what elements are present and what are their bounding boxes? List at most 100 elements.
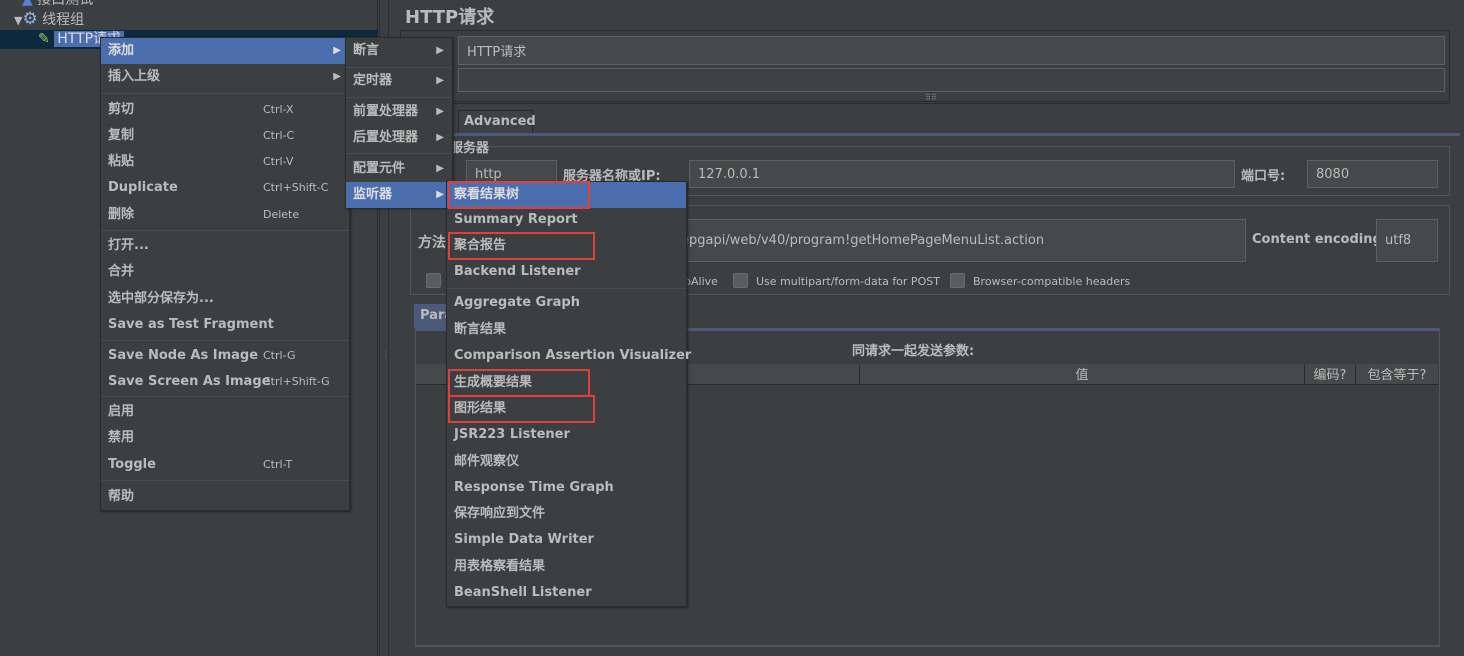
shortcut-label: Ctrl-X bbox=[263, 103, 294, 116]
menu-item-配置元件[interactable]: 配置元件 ▶ bbox=[346, 156, 452, 182]
column-include-equals[interactable]: 包含等于? bbox=[1356, 364, 1438, 384]
menu-item-生成概要结果[interactable]: 生成概要结果 bbox=[447, 370, 686, 396]
port-field[interactable]: 8080 bbox=[1307, 160, 1438, 188]
resize-handle-icon[interactable]: ⠿⠿ bbox=[925, 93, 937, 102]
submenu-arrow-icon: ▶ bbox=[436, 163, 444, 174]
menu-item-label: Aggregate Graph bbox=[454, 295, 580, 310]
menu-item-label: 邮件观察仪 bbox=[454, 454, 520, 469]
menu-item-前置处理器[interactable]: 前置处理器 ▶ bbox=[346, 99, 452, 125]
menu-item-察看结果树[interactable]: 察看结果树 bbox=[447, 182, 686, 208]
add-submenu: 断言 ▶ 定时器 ▶ 前置处理器 ▶ 后置处理器 ▶ 配置元件 ▶ 监听器 ▶ bbox=[345, 37, 453, 208]
menu-item-断言结果[interactable]: 断言结果 bbox=[447, 317, 686, 343]
menu-item-剪切[interactable]: 剪切 Ctrl-X bbox=[101, 97, 349, 123]
menu-item-comparison-assertion-visualizer[interactable]: Comparison Assertion Visualizer bbox=[447, 343, 691, 369]
menu-item-帮助[interactable]: 帮助 bbox=[101, 484, 349, 510]
menu-item-label: Comparison Assertion Visualizer bbox=[454, 348, 692, 363]
menu-item-aggregate-graph[interactable]: Aggregate Graph bbox=[447, 290, 686, 316]
menu-item-定时器[interactable]: 定时器 ▶ bbox=[346, 68, 452, 94]
column-value[interactable]: 值 bbox=[860, 364, 1305, 384]
shortcut-label: Ctrl-V bbox=[263, 155, 294, 168]
menu-item-保存响应到文件[interactable]: 保存响应到文件 bbox=[447, 501, 686, 527]
menu-separator bbox=[101, 480, 349, 481]
menu-item-删除[interactable]: 删除 Delete bbox=[101, 202, 349, 228]
menu-item-用表格察看结果[interactable]: 用表格察看结果 bbox=[447, 554, 686, 580]
submenu-arrow-icon: ▶ bbox=[436, 45, 444, 56]
page-title: HTTP请求 bbox=[405, 7, 495, 28]
server-field[interactable]: 127.0.0.1 bbox=[689, 160, 1235, 188]
listener-submenu: 察看结果树 Summary Report 聚合报告 Backend Listener A… bbox=[446, 181, 691, 607]
menu-item-save-node-as-image[interactable]: Save Node As Image Ctrl-G bbox=[101, 343, 349, 369]
menu-item-启用[interactable]: 启用 bbox=[101, 399, 349, 425]
menu-item-邮件观察仪[interactable]: 邮件观察仪 bbox=[447, 449, 686, 475]
test-plan-icon: ▲ bbox=[22, 0, 33, 8]
menu-item-禁用[interactable]: 禁用 bbox=[101, 425, 349, 451]
menu-item-summary-report[interactable]: Summary Report bbox=[447, 207, 686, 233]
menu-item-后置处理器[interactable]: 后置处理器 ▶ bbox=[346, 125, 452, 151]
menu-item-label: 定时器 bbox=[353, 73, 393, 88]
menu-item-label: 监听器 bbox=[353, 187, 393, 202]
menu-item-backend-listener[interactable]: Backend Listener bbox=[447, 259, 686, 285]
menu-item-label: 删除 bbox=[108, 207, 135, 222]
server-group-label: 服务器 bbox=[450, 137, 490, 156]
browser-headers-label: Browser-compatible headers bbox=[973, 275, 1131, 288]
menu-item-save-as-test-fragment[interactable]: Save as Test Fragment bbox=[101, 312, 349, 338]
menu-separator bbox=[101, 93, 349, 94]
browser-headers-checkbox[interactable] bbox=[950, 273, 965, 288]
menu-item-label: 复制 bbox=[108, 128, 135, 143]
menu-item-jsr223-listener[interactable]: JSR223 Listener bbox=[447, 422, 686, 448]
menu-item-response-time-graph[interactable]: Response Time Graph bbox=[447, 475, 686, 501]
menu-item-label: 图形结果 bbox=[454, 401, 507, 416]
menu-item-label: 后置处理器 bbox=[353, 130, 419, 145]
submenu-arrow-icon: ▶ bbox=[436, 106, 444, 117]
menu-item-选中部分保存为[interactable]: 选中部分保存为... bbox=[101, 286, 349, 312]
menu-item-断言[interactable]: 断言 ▶ bbox=[346, 38, 452, 64]
redirect-checkbox[interactable] bbox=[426, 273, 441, 288]
pipette-icon: ✎ bbox=[38, 31, 50, 47]
name-field[interactable]: HTTP请求 bbox=[458, 36, 1445, 65]
comments-field[interactable] bbox=[458, 68, 1445, 92]
menu-item-聚合报告[interactable]: 聚合报告 bbox=[447, 233, 686, 259]
menu-item-label: 配置元件 bbox=[353, 161, 406, 176]
menu-separator bbox=[101, 340, 349, 341]
menu-item-simple-data-writer[interactable]: Simple Data Writer bbox=[447, 527, 686, 553]
menu-item-粘贴[interactable]: 粘贴 Ctrl-V bbox=[101, 149, 349, 175]
menu-item-label: 打开... bbox=[108, 238, 149, 253]
column-encode[interactable]: 编码? bbox=[1305, 364, 1356, 384]
parameters-title: 同请求一起发送参数: bbox=[852, 344, 975, 359]
path-field[interactable]: epgapi/web/v40/program!getHomePageMenuLi… bbox=[676, 219, 1246, 262]
encoding-field[interactable]: utf8 bbox=[1376, 219, 1438, 262]
menu-item-duplicate[interactable]: Duplicate Ctrl+Shift-C bbox=[101, 175, 349, 201]
menu-item-save-screen-as-image[interactable]: Save Screen As Image Ctrl+Shift-G bbox=[101, 369, 349, 395]
menu-item-label: 粘贴 bbox=[108, 154, 135, 169]
menu-item-beanshell-listener[interactable]: BeanShell Listener bbox=[447, 580, 686, 606]
submenu-arrow-icon: ▶ bbox=[333, 45, 341, 56]
menu-item-label: Simple Data Writer bbox=[454, 532, 594, 547]
multipart-label: Use multipart/form-data for POST bbox=[756, 275, 940, 288]
menu-item-label: 添加 bbox=[108, 43, 135, 58]
tree-item-thread-group[interactable]: ▼⚙ 线程组 bbox=[14, 9, 84, 29]
menu-separator bbox=[101, 230, 349, 231]
menu-item-label: Save as Test Fragment bbox=[108, 317, 274, 332]
menu-item-toggle[interactable]: Toggle Ctrl-T bbox=[101, 452, 349, 478]
shortcut-label: Ctrl-G bbox=[263, 349, 296, 362]
menu-item-label: Summary Report bbox=[454, 212, 578, 227]
shortcut-label: Delete bbox=[263, 208, 300, 221]
menu-item-label: 启用 bbox=[108, 404, 135, 419]
shortcut-label: Ctrl+Shift-C bbox=[263, 181, 329, 194]
menu-item-图形结果[interactable]: 图形结果 bbox=[447, 396, 686, 422]
menu-item-label: BeanShell Listener bbox=[454, 585, 592, 600]
menu-item-添加[interactable]: 添加 ▶ bbox=[101, 38, 349, 64]
menu-item-label: 禁用 bbox=[108, 430, 135, 445]
menu-item-合并[interactable]: 合并 bbox=[101, 259, 349, 285]
menu-item-插入上级[interactable]: 插入上级 ▶ bbox=[101, 64, 349, 90]
menu-item-label: JSR223 Listener bbox=[454, 427, 570, 442]
gear-icon: ⚙ bbox=[22, 9, 38, 29]
menu-item-监听器[interactable]: 监听器 ▶ bbox=[346, 182, 452, 208]
menu-item-打开[interactable]: 打开... bbox=[101, 233, 349, 259]
menu-item-复制[interactable]: 复制 Ctrl-C bbox=[101, 123, 349, 149]
shortcut-label: Ctrl+Shift-G bbox=[263, 375, 330, 388]
menu-item-label: 帮助 bbox=[108, 489, 135, 504]
tab-advanced[interactable]: Advanced bbox=[458, 110, 536, 133]
multipart-checkbox[interactable] bbox=[733, 273, 748, 288]
menu-item-label: Backend Listener bbox=[454, 264, 581, 279]
